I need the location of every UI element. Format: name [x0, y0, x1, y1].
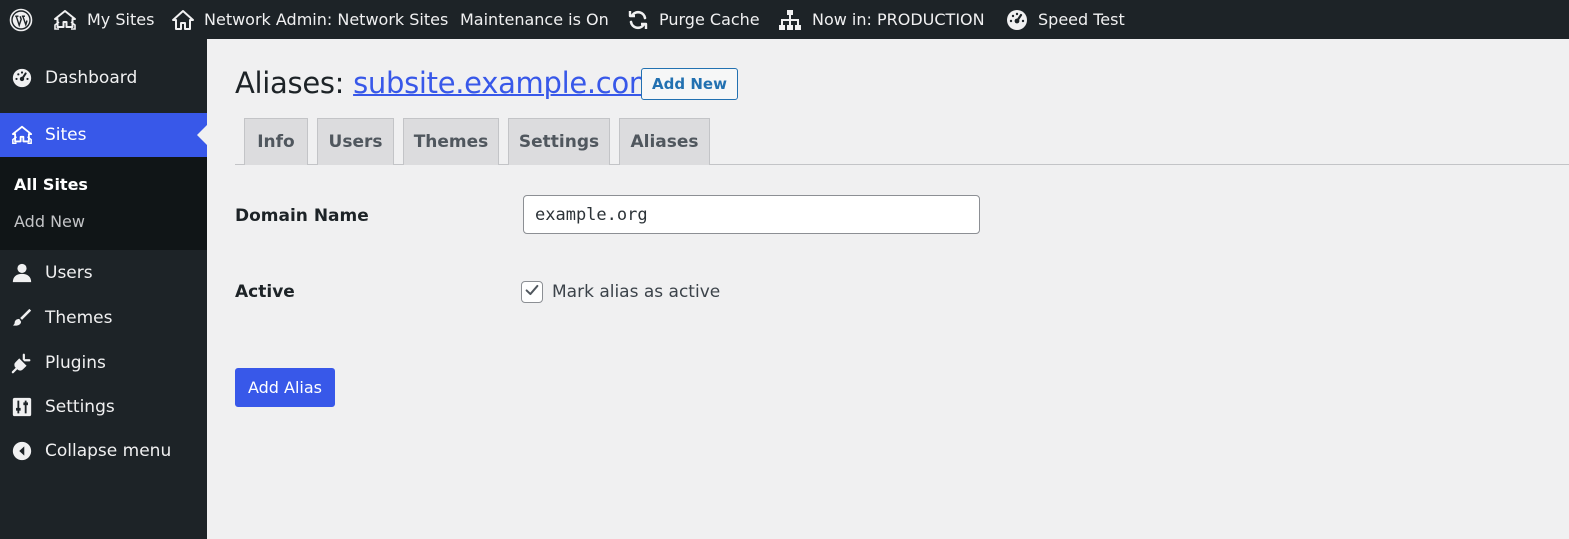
speed-test-menu[interactable]: Speed Test — [1005, 0, 1125, 39]
purge-cache-menu[interactable]: Purge Cache — [626, 0, 760, 39]
admin-sidebar: Dashboard Sites All Sites Add New Users … — [0, 39, 207, 539]
active-checkbox[interactable] — [521, 281, 543, 303]
sidebar-item-label: Plugins — [45, 353, 106, 373]
submenu-item-all-sites[interactable]: All Sites — [14, 175, 88, 194]
network-admin-label: Network Admin: Network Sites — [204, 10, 449, 29]
admin-bar: My Sites Network Admin: Network Sites Ma… — [0, 0, 1569, 39]
sidebar-item-label: Sites — [45, 125, 87, 145]
sidebar-item-themes[interactable]: Themes — [0, 296, 207, 340]
tab-users[interactable]: Users — [317, 118, 394, 165]
dashboard-gauge-icon — [10, 66, 34, 90]
domain-name-label: Domain Name — [235, 206, 369, 226]
wordpress-logo-menu[interactable] — [0, 0, 42, 39]
sites-submenu: All Sites Add New — [0, 157, 207, 250]
active-checkbox-label[interactable]: Mark alias as active — [552, 282, 720, 302]
my-sites-icon — [10, 123, 34, 147]
sidebar-item-sites[interactable]: Sites — [0, 113, 207, 157]
tab-themes[interactable]: Themes — [403, 118, 499, 165]
sidebar-item-plugins[interactable]: Plugins — [0, 341, 207, 385]
page-title-prefix: Aliases: — [235, 66, 345, 100]
collapse-menu-button[interactable]: Collapse menu — [0, 429, 207, 473]
collapse-arrow-icon — [10, 439, 34, 463]
sidebar-item-label: Themes — [45, 308, 113, 328]
sidebar-item-label: Settings — [45, 397, 115, 417]
my-sites-icon — [53, 8, 77, 32]
tab-aliases[interactable]: Aliases — [619, 118, 710, 165]
add-alias-button[interactable]: Add Alias — [235, 368, 335, 407]
maintenance-label: Maintenance is On — [460, 10, 609, 29]
main-content: Aliases: subsite.example.com Add New Inf… — [207, 39, 1569, 539]
my-sites-menu[interactable]: My Sites — [53, 0, 154, 39]
maintenance-menu[interactable]: Maintenance is On — [460, 0, 609, 39]
dashboard-gauge-icon — [1005, 8, 1029, 32]
sidebar-item-label: Dashboard — [45, 68, 138, 88]
environment-label: Now in: PRODUCTION — [812, 10, 985, 29]
active-label: Active — [235, 282, 295, 302]
sitemap-icon — [778, 8, 802, 32]
wordpress-logo-icon — [9, 8, 33, 32]
checkmark-icon — [523, 281, 541, 303]
tab-info[interactable]: Info — [244, 118, 308, 165]
domain-name-input[interactable] — [523, 195, 980, 234]
refresh-icon — [626, 8, 650, 32]
add-new-button[interactable]: Add New — [641, 68, 738, 100]
sidebar-item-label: Users — [45, 263, 93, 283]
network-admin-menu[interactable]: Network Admin: Network Sites — [171, 0, 448, 39]
settings-sliders-icon — [10, 395, 34, 419]
plugins-icon — [10, 351, 34, 375]
page-title: Aliases: subsite.example.com — [235, 66, 657, 100]
tab-settings[interactable]: Settings — [508, 118, 610, 165]
home-icon — [171, 8, 195, 32]
sidebar-item-dashboard[interactable]: Dashboard — [0, 55, 207, 101]
users-icon — [10, 261, 34, 285]
my-sites-label: My Sites — [87, 10, 155, 29]
speed-test-label: Speed Test — [1038, 10, 1125, 29]
sidebar-item-settings[interactable]: Settings — [0, 385, 207, 429]
sidebar-item-label: Collapse menu — [45, 441, 172, 461]
sidebar-item-users[interactable]: Users — [0, 250, 207, 296]
submenu-item-add-new[interactable]: Add New — [14, 212, 85, 231]
site-link[interactable]: subsite.example.com — [353, 66, 657, 100]
purge-cache-label: Purge Cache — [659, 10, 760, 29]
environment-menu[interactable]: Now in: PRODUCTION — [778, 0, 985, 39]
brush-icon — [10, 306, 34, 330]
